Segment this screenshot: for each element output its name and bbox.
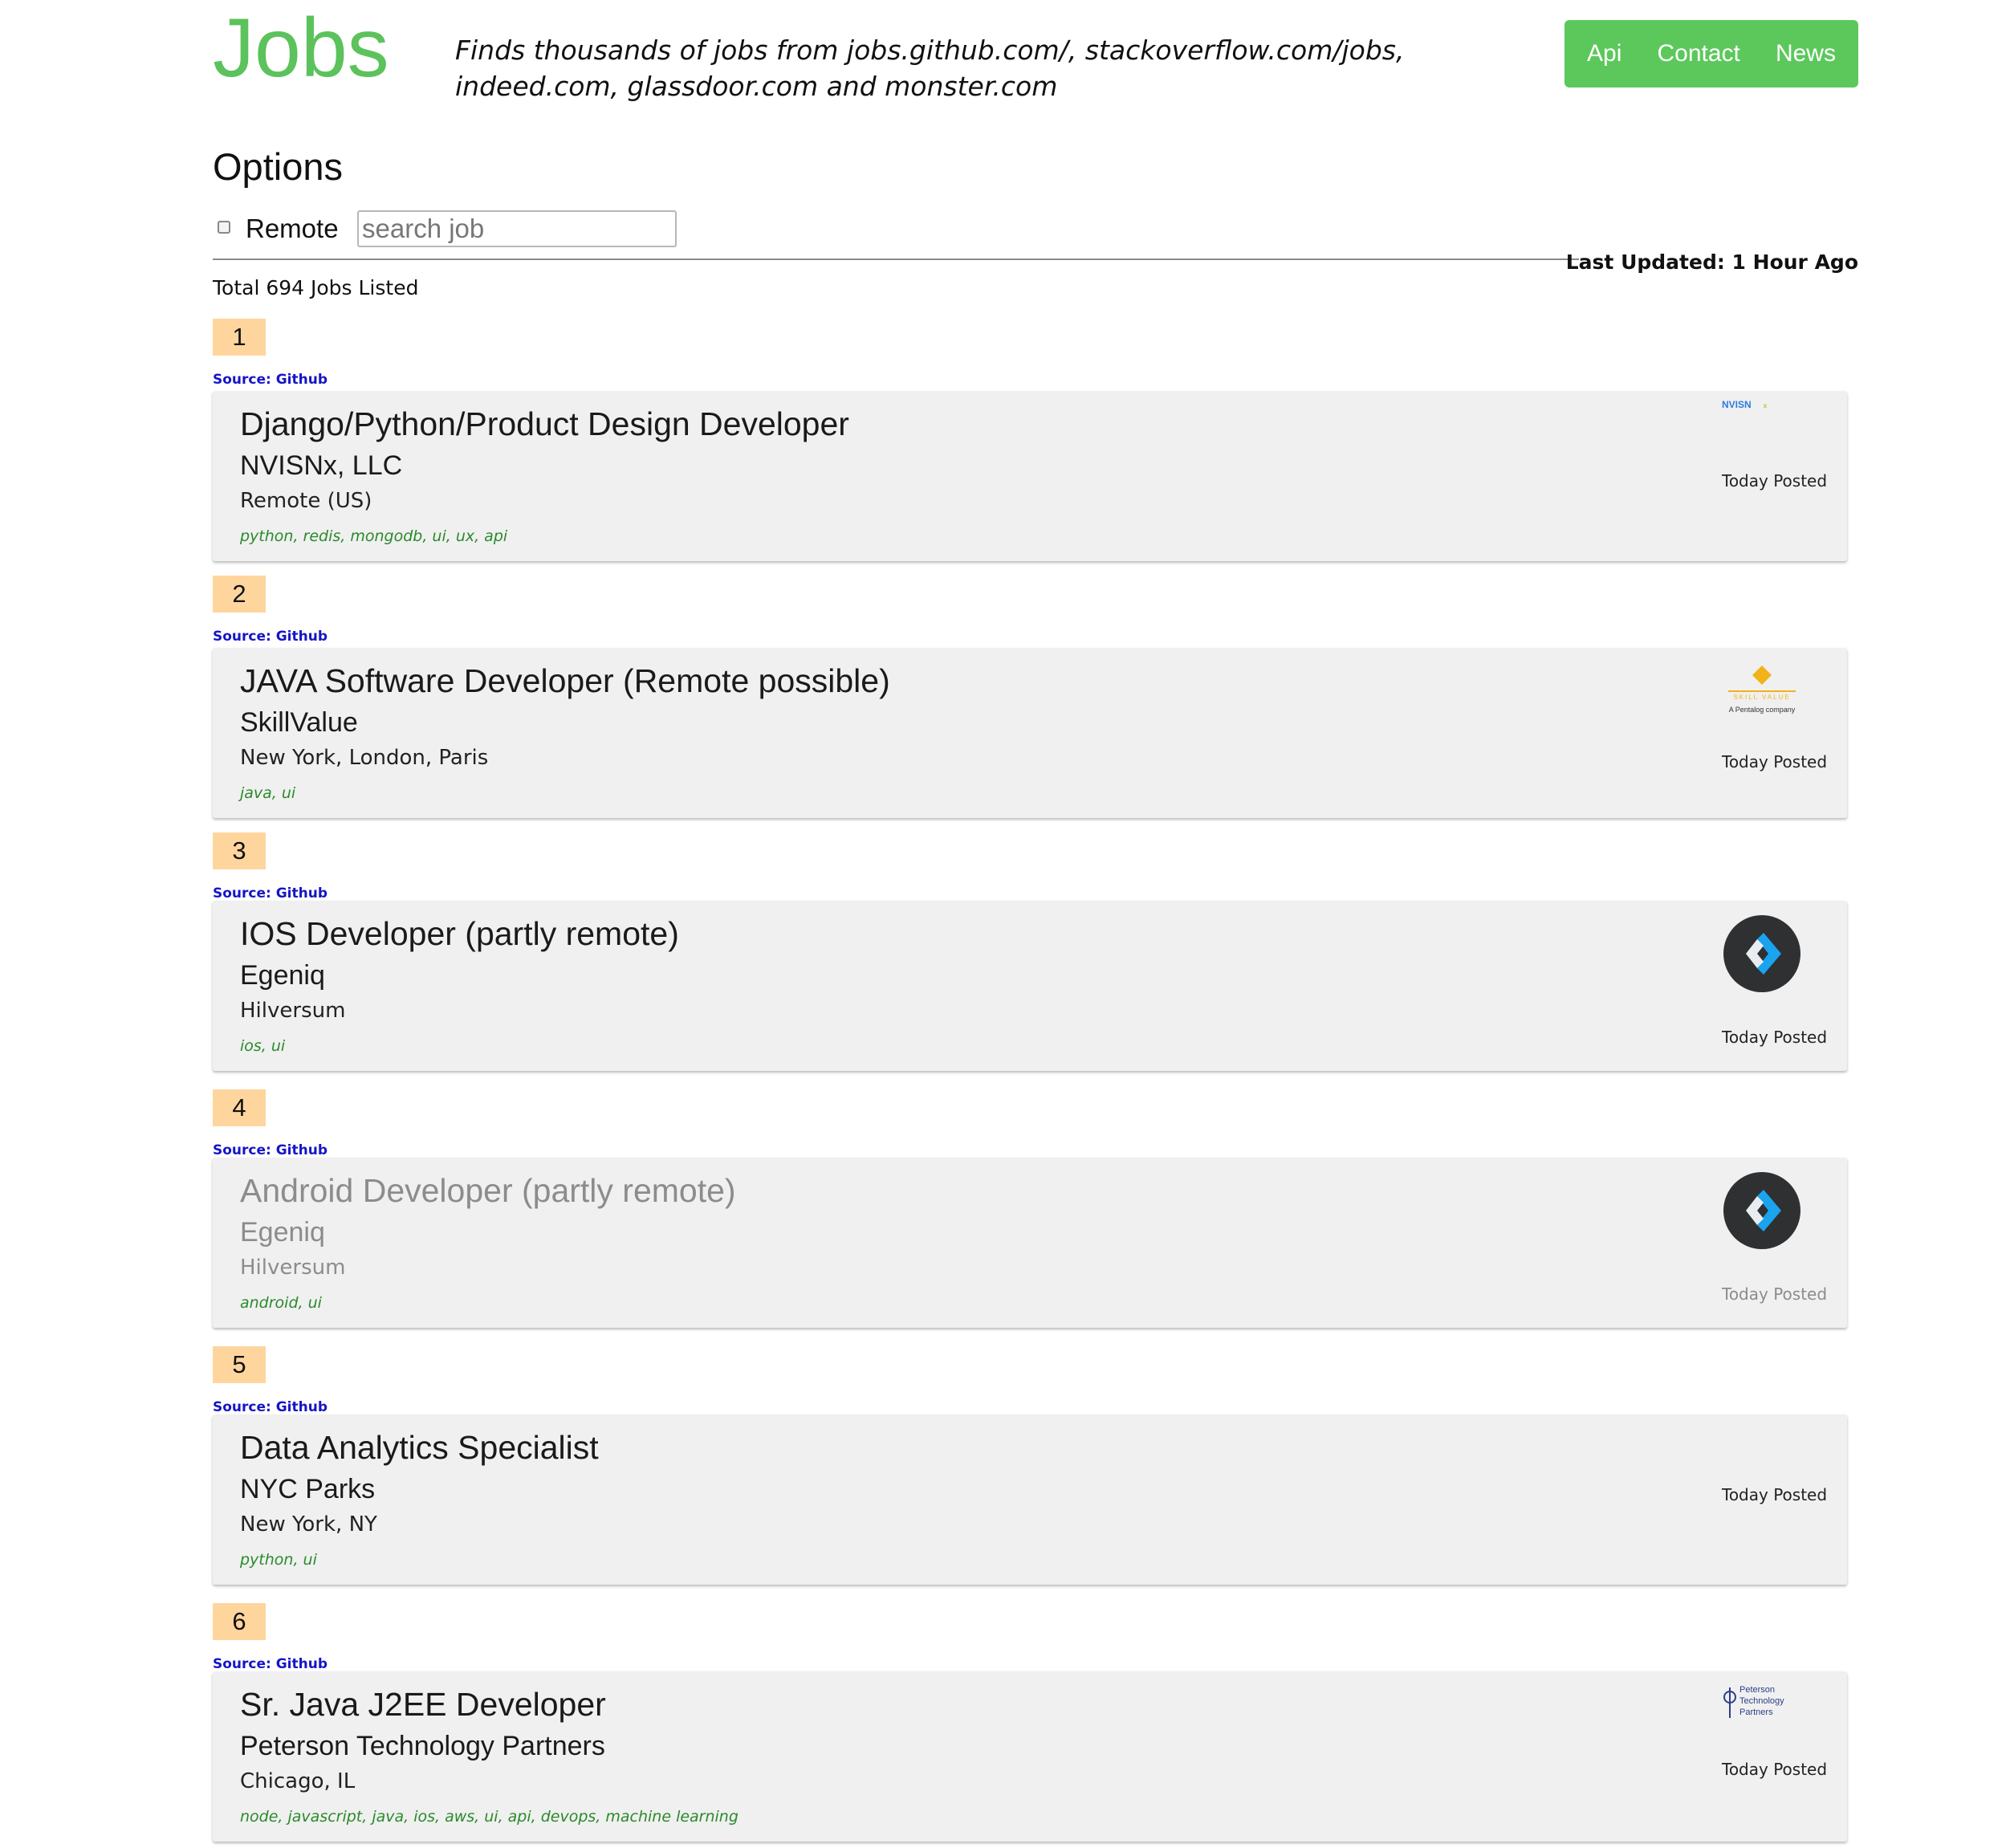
job-posted-date: Today Posted: [1722, 1028, 1828, 1047]
job-tags: ios, ui: [240, 1037, 286, 1055]
job-rank-badge: 6: [213, 1603, 266, 1640]
remote-label[interactable]: Remote: [246, 214, 339, 244]
job-source: Source: Github: [213, 1142, 328, 1158]
job-rank-badge: 3: [213, 832, 266, 869]
job-card[interactable]: IOS Developer (partly remote) Egeniq Hil…: [213, 901, 1847, 1071]
job-location: Chicago, IL: [240, 1769, 356, 1793]
last-updated-text: Last Updated: 1 Hour Ago: [1565, 250, 1858, 274]
options-divider: [213, 258, 1579, 260]
svg-text:Technology: Technology: [1739, 1696, 1784, 1706]
job-rank-badge: 1: [213, 319, 266, 356]
peterson-logo-icon: Peterson Technology Partners: [1723, 1685, 1784, 1718]
svg-text:x: x: [1764, 401, 1768, 409]
egeniq-logo-icon: [1723, 1172, 1800, 1249]
job-rank-badge: 4: [213, 1089, 266, 1126]
job-location: Remote (US): [240, 489, 372, 513]
job-card[interactable]: JAVA Software Developer (Remote possible…: [213, 648, 1847, 818]
job-title[interactable]: Sr. Java J2EE Developer: [240, 1686, 606, 1724]
job-tags: python, ui: [240, 1551, 317, 1569]
nav-contact-link[interactable]: Contact: [1657, 40, 1739, 67]
search-input[interactable]: [357, 210, 677, 247]
svg-text:Peterson: Peterson: [1739, 1685, 1775, 1695]
job-location: Hilversum: [240, 1256, 346, 1280]
job-posted-date: Today Posted: [1722, 752, 1828, 771]
job-tags: python, redis, mongodb, ui, ux, api: [240, 527, 508, 545]
egeniq-logo-icon: [1723, 915, 1800, 992]
job-title[interactable]: Data Analytics Specialist: [240, 1429, 599, 1467]
job-company: NVISNx, LLC: [240, 450, 403, 481]
job-company: NYC Parks: [240, 1474, 376, 1504]
total-jobs-count: Total 694 Jobs Listed: [213, 276, 419, 299]
job-source: Source: Github: [213, 372, 328, 388]
job-title[interactable]: IOS Developer (partly remote): [240, 915, 679, 953]
job-card[interactable]: Django/Python/Product Design Developer N…: [213, 391, 1847, 561]
job-location: New York, NY: [240, 1512, 377, 1537]
job-location: Hilversum: [240, 999, 346, 1023]
job-source: Source: Github: [213, 1399, 328, 1415]
options-heading: Options: [213, 145, 343, 188]
job-company: Egeniq: [240, 1217, 325, 1248]
job-location: New York, London, Paris: [240, 746, 489, 770]
site-tagline: Finds thousands of jobs from jobs.github…: [455, 35, 1405, 102]
site-logo[interactable]: Jobs: [213, 0, 389, 96]
top-nav: Api Contact News: [1564, 20, 1858, 88]
svg-text:SKILL VALUE: SKILL VALUE: [1733, 694, 1790, 701]
job-title[interactable]: JAVA Software Developer (Remote possible…: [240, 662, 890, 700]
job-source: Source: Github: [213, 1656, 328, 1672]
nvisn-logo-icon: NVISN x: [1722, 399, 1768, 410]
job-card[interactable]: Sr. Java J2EE Developer Peterson Technol…: [213, 1671, 1847, 1842]
job-source: Source: Github: [213, 629, 328, 645]
job-posted-date: Today Posted: [1722, 1284, 1828, 1304]
job-posted-date: Today Posted: [1722, 1485, 1828, 1504]
nav-news-link[interactable]: News: [1776, 40, 1836, 67]
svg-text:A Pentalog company: A Pentalog company: [1729, 706, 1796, 714]
job-tags: node, javascript, java, ios, aws, ui, ap…: [240, 1808, 738, 1826]
job-card[interactable]: Android Developer (partly remote) Egeniq…: [213, 1158, 1847, 1328]
job-company: Egeniq: [240, 960, 325, 991]
skillvalue-logo-icon: SKILL VALUE A Pentalog company: [1728, 666, 1796, 714]
job-company: SkillValue: [240, 707, 358, 738]
job-title[interactable]: Android Developer (partly remote): [240, 1172, 736, 1210]
remote-checkbox[interactable]: [218, 221, 230, 234]
job-posted-date: Today Posted: [1722, 471, 1828, 490]
job-posted-date: Today Posted: [1722, 1760, 1828, 1779]
nav-api-link[interactable]: Api: [1587, 40, 1621, 67]
job-card[interactable]: Data Analytics Specialist NYC Parks New …: [213, 1414, 1847, 1585]
job-tags: android, ui: [240, 1294, 322, 1312]
job-title[interactable]: Django/Python/Product Design Developer: [240, 405, 849, 443]
job-company: Peterson Technology Partners: [240, 1731, 605, 1761]
job-rank-badge: 2: [213, 576, 266, 613]
svg-text:Partners: Partners: [1739, 1708, 1773, 1717]
nvisn-logo-text: NVISN: [1722, 399, 1752, 410]
job-rank-badge: 5: [213, 1346, 266, 1383]
job-tags: java, ui: [240, 784, 296, 802]
job-source: Source: Github: [213, 885, 328, 902]
